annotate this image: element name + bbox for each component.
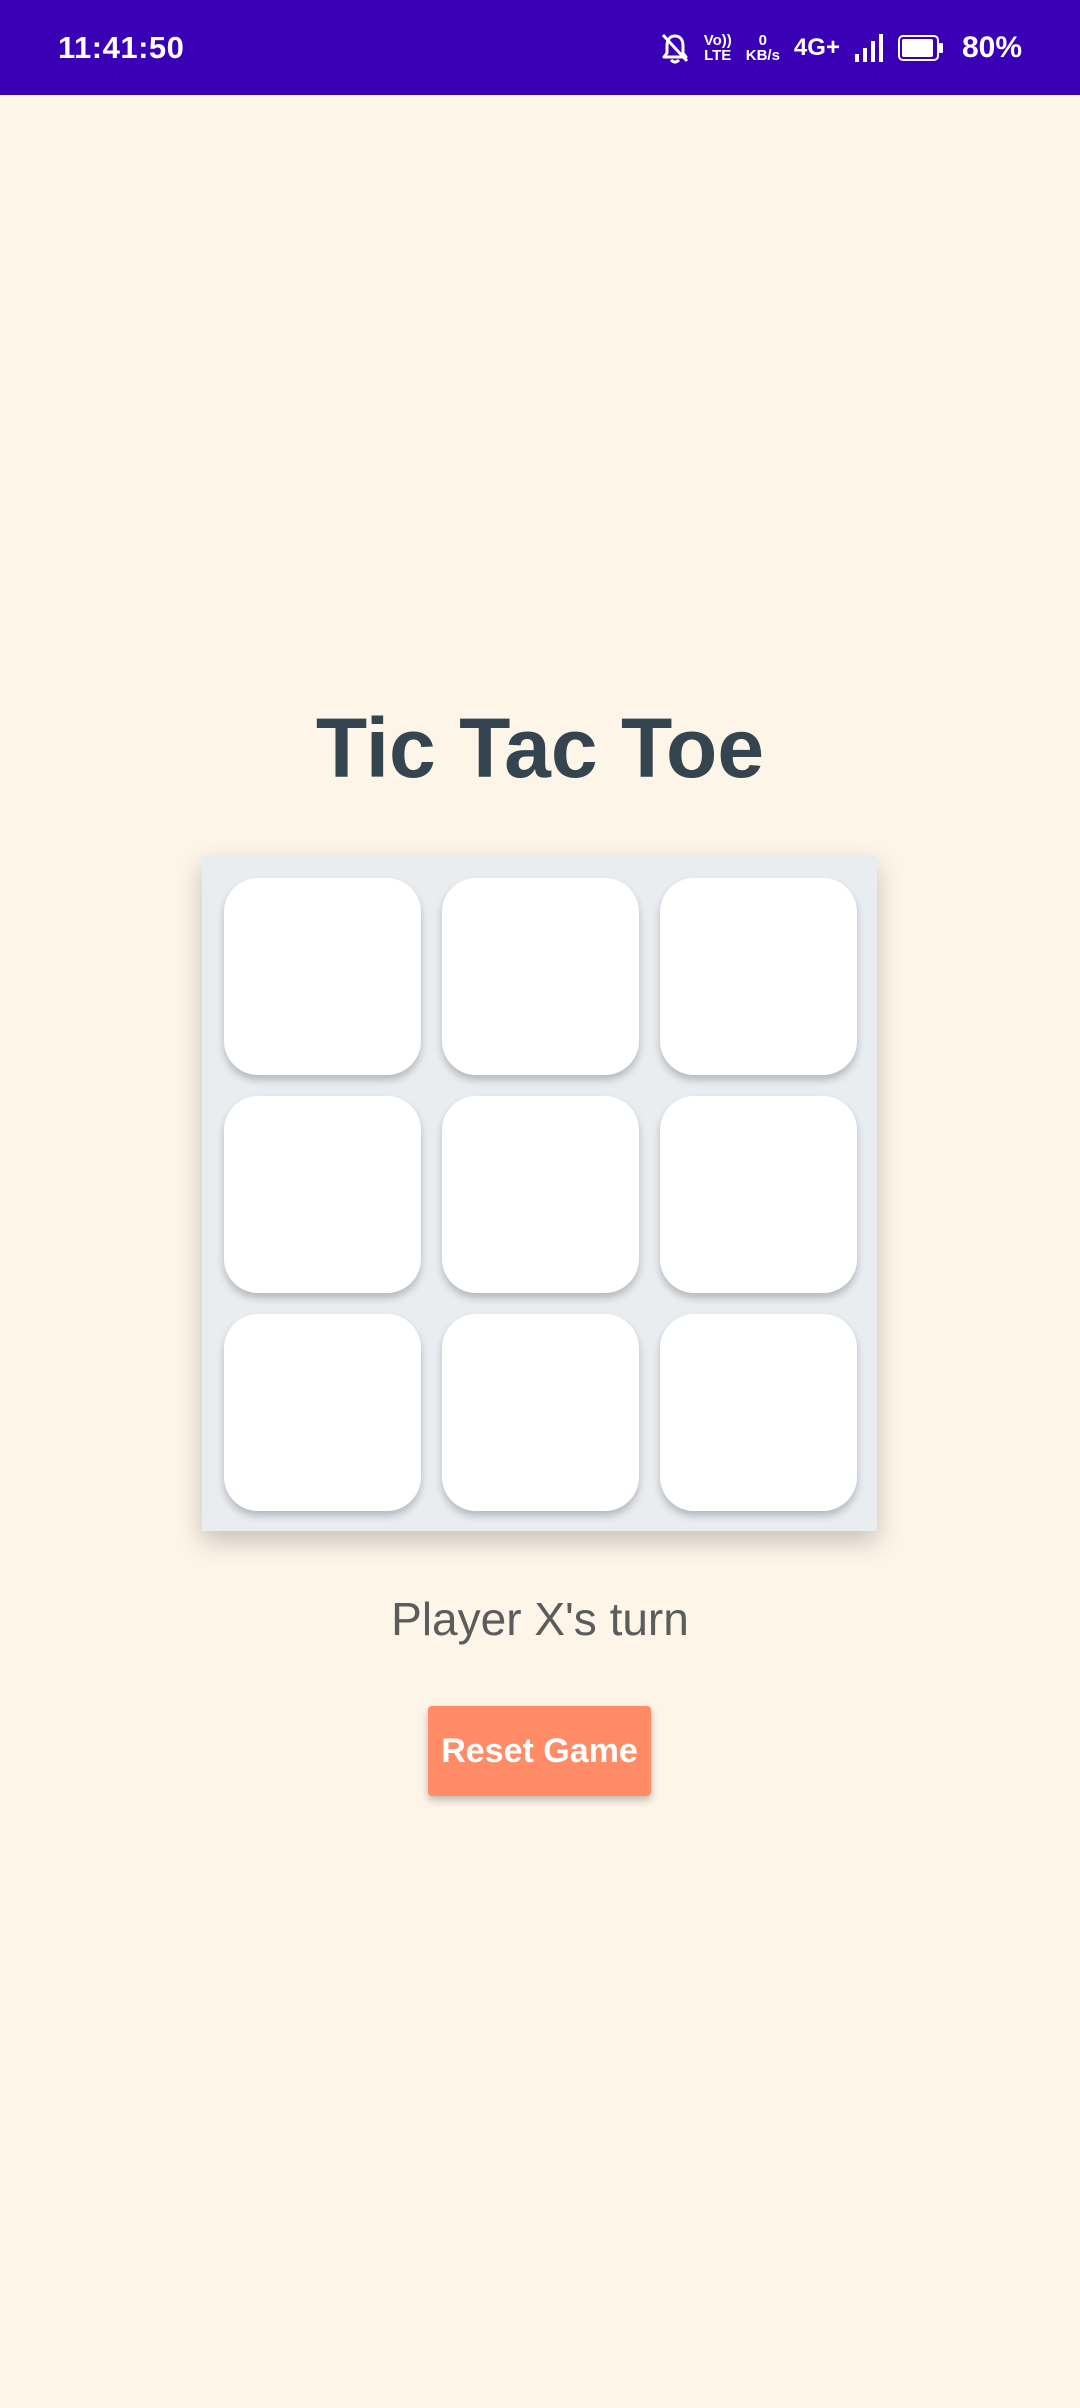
volte-bottom-label: LTE — [704, 46, 732, 64]
status-icons: Vo)) LTE 0 KB/s 4G+ 80% — [660, 0, 1022, 95]
board-cell-5[interactable] — [442, 1096, 639, 1293]
status-bar: 11:41:50 Vo)) LTE 0 KB/s 4G+ 80% — [0, 0, 1080, 95]
board-cell-2[interactable] — [442, 878, 639, 1075]
reset-game-button[interactable]: Reset Game — [428, 1706, 651, 1796]
game-board — [202, 856, 877, 1531]
network-speed-unit: KB/s — [745, 46, 780, 64]
board-cell-9[interactable] — [660, 1314, 857, 1511]
turn-status: Player X's turn — [391, 1593, 689, 1645]
board-cell-1[interactable] — [224, 878, 421, 1075]
page-title: Tic Tac Toe — [315, 701, 765, 795]
battery-icon — [897, 34, 944, 61]
signal-icon — [854, 33, 884, 62]
bell-off-icon — [660, 32, 690, 64]
network-speed-value: 0 — [758, 31, 767, 49]
board-cell-7[interactable] — [224, 1314, 421, 1511]
battery-percentage: 80% — [961, 30, 1022, 64]
volte-top-label: Vo)) — [703, 31, 732, 49]
board-cell-6[interactable] — [660, 1096, 857, 1293]
board-cell-4[interactable] — [224, 1096, 421, 1293]
status-time: 11:41:50 — [58, 30, 185, 65]
volte-icon: Vo)) LTE — [704, 33, 732, 63]
board-cell-8[interactable] — [442, 1314, 639, 1511]
network-type-label: 4G+ — [793, 33, 840, 61]
network-speed: 0 KB/s — [746, 33, 780, 63]
board-cell-3[interactable] — [660, 878, 857, 1075]
